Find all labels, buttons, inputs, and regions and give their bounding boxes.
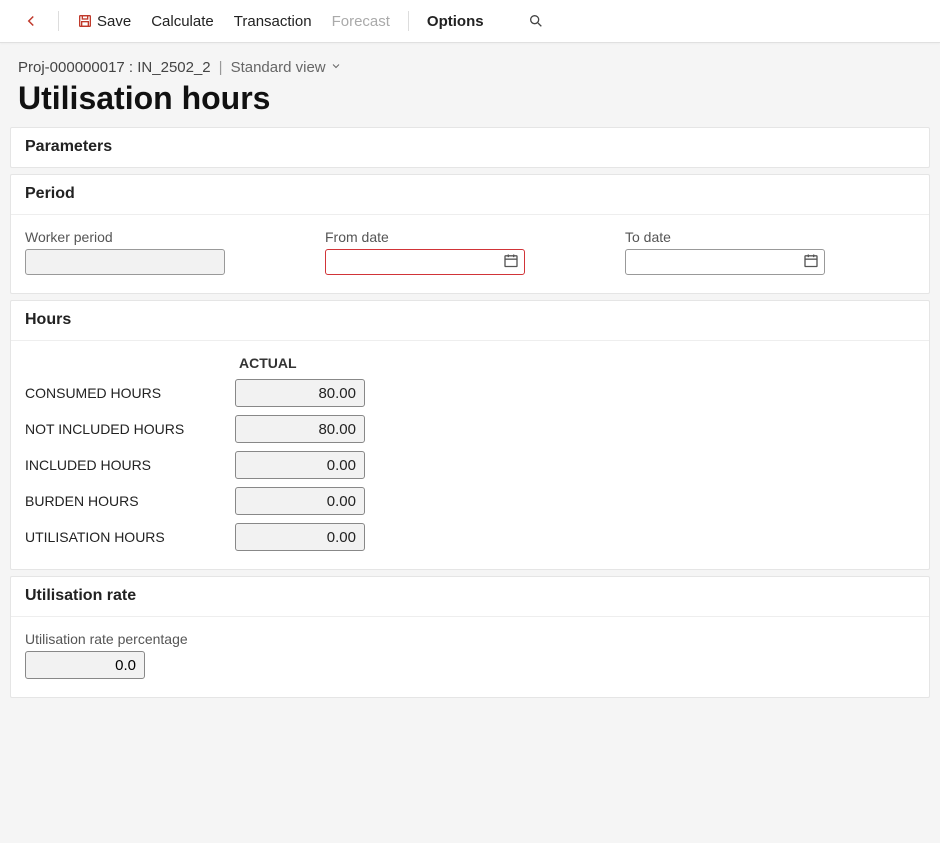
rate-percentage-field: Utilisation rate percentage <box>25 631 915 679</box>
burden-hours-input[interactable] <box>235 487 365 515</box>
breadcrumb-sep: | <box>219 59 223 76</box>
back-button[interactable] <box>14 8 48 34</box>
utilisation-hours-input[interactable] <box>235 523 365 551</box>
page-header: Proj-000000017 : IN_2502_2 | Standard vi… <box>0 43 940 127</box>
hours-row-label: CONSUMED HOURS <box>25 385 235 401</box>
save-button[interactable]: Save <box>69 9 139 34</box>
chevron-down-icon <box>330 59 342 76</box>
not-included-hours-input[interactable] <box>235 415 365 443</box>
forecast-label: Forecast <box>332 13 390 30</box>
transaction-label: Transaction <box>234 13 312 30</box>
hours-row-label: BURDEN HOURS <box>25 493 235 509</box>
calculate-label: Calculate <box>151 13 214 30</box>
parameters-header[interactable]: Parameters <box>11 128 929 167</box>
period-section: Period Worker period From date <box>10 174 930 294</box>
to-date-label: To date <box>625 229 825 245</box>
options-label: Options <box>427 13 484 30</box>
separator <box>408 11 409 31</box>
save-label: Save <box>97 13 131 30</box>
to-date-field: To date <box>625 229 825 275</box>
hours-row-label: UTILISATION HOURS <box>25 529 235 545</box>
forecast-button: Forecast <box>324 9 398 34</box>
worker-period-field: Worker period <box>25 229 225 275</box>
from-date-field: From date <box>325 229 525 275</box>
toolbar: Save Calculate Transaction Forecast Opti… <box>0 0 940 43</box>
search-icon <box>528 13 544 29</box>
separator <box>58 11 59 31</box>
to-date-input[interactable] <box>625 249 825 275</box>
breadcrumb-project: Proj-000000017 : IN_2502_2 <box>18 59 211 76</box>
consumed-hours-input[interactable] <box>235 379 365 407</box>
transaction-button[interactable]: Transaction <box>226 9 320 34</box>
view-label: Standard view <box>231 59 326 76</box>
worker-period-label: Worker period <box>25 229 225 245</box>
hours-section: Hours ACTUAL CONSUMED HOURS NOT INCLUDED… <box>10 300 930 570</box>
hours-table: ACTUAL CONSUMED HOURS NOT INCLUDED HOURS… <box>25 355 915 551</box>
view-selector[interactable]: Standard view <box>231 59 342 76</box>
save-icon <box>77 13 93 29</box>
parameters-section: Parameters <box>10 127 930 168</box>
utilisation-rate-section: Utilisation rate Utilisation rate percen… <box>10 576 930 698</box>
actual-column-header: ACTUAL <box>235 355 375 371</box>
from-date-label: From date <box>325 229 525 245</box>
options-button[interactable]: Options <box>419 9 492 34</box>
period-header[interactable]: Period <box>11 175 929 214</box>
utilisation-rate-header[interactable]: Utilisation rate <box>11 577 929 616</box>
rate-percentage-label: Utilisation rate percentage <box>25 631 915 647</box>
hours-header[interactable]: Hours <box>11 301 929 340</box>
breadcrumb: Proj-000000017 : IN_2502_2 | Standard vi… <box>18 59 922 76</box>
from-date-input[interactable] <box>325 249 525 275</box>
hours-row-label: INCLUDED HOURS <box>25 457 235 473</box>
search-button[interactable] <box>520 9 552 33</box>
page-title: Utilisation hours <box>18 80 922 117</box>
calculate-button[interactable]: Calculate <box>143 9 222 34</box>
arrow-left-icon <box>22 12 40 30</box>
included-hours-input[interactable] <box>235 451 365 479</box>
rate-percentage-input[interactable] <box>25 651 145 679</box>
hours-row-label: NOT INCLUDED HOURS <box>25 421 235 437</box>
worker-period-input[interactable] <box>25 249 225 275</box>
